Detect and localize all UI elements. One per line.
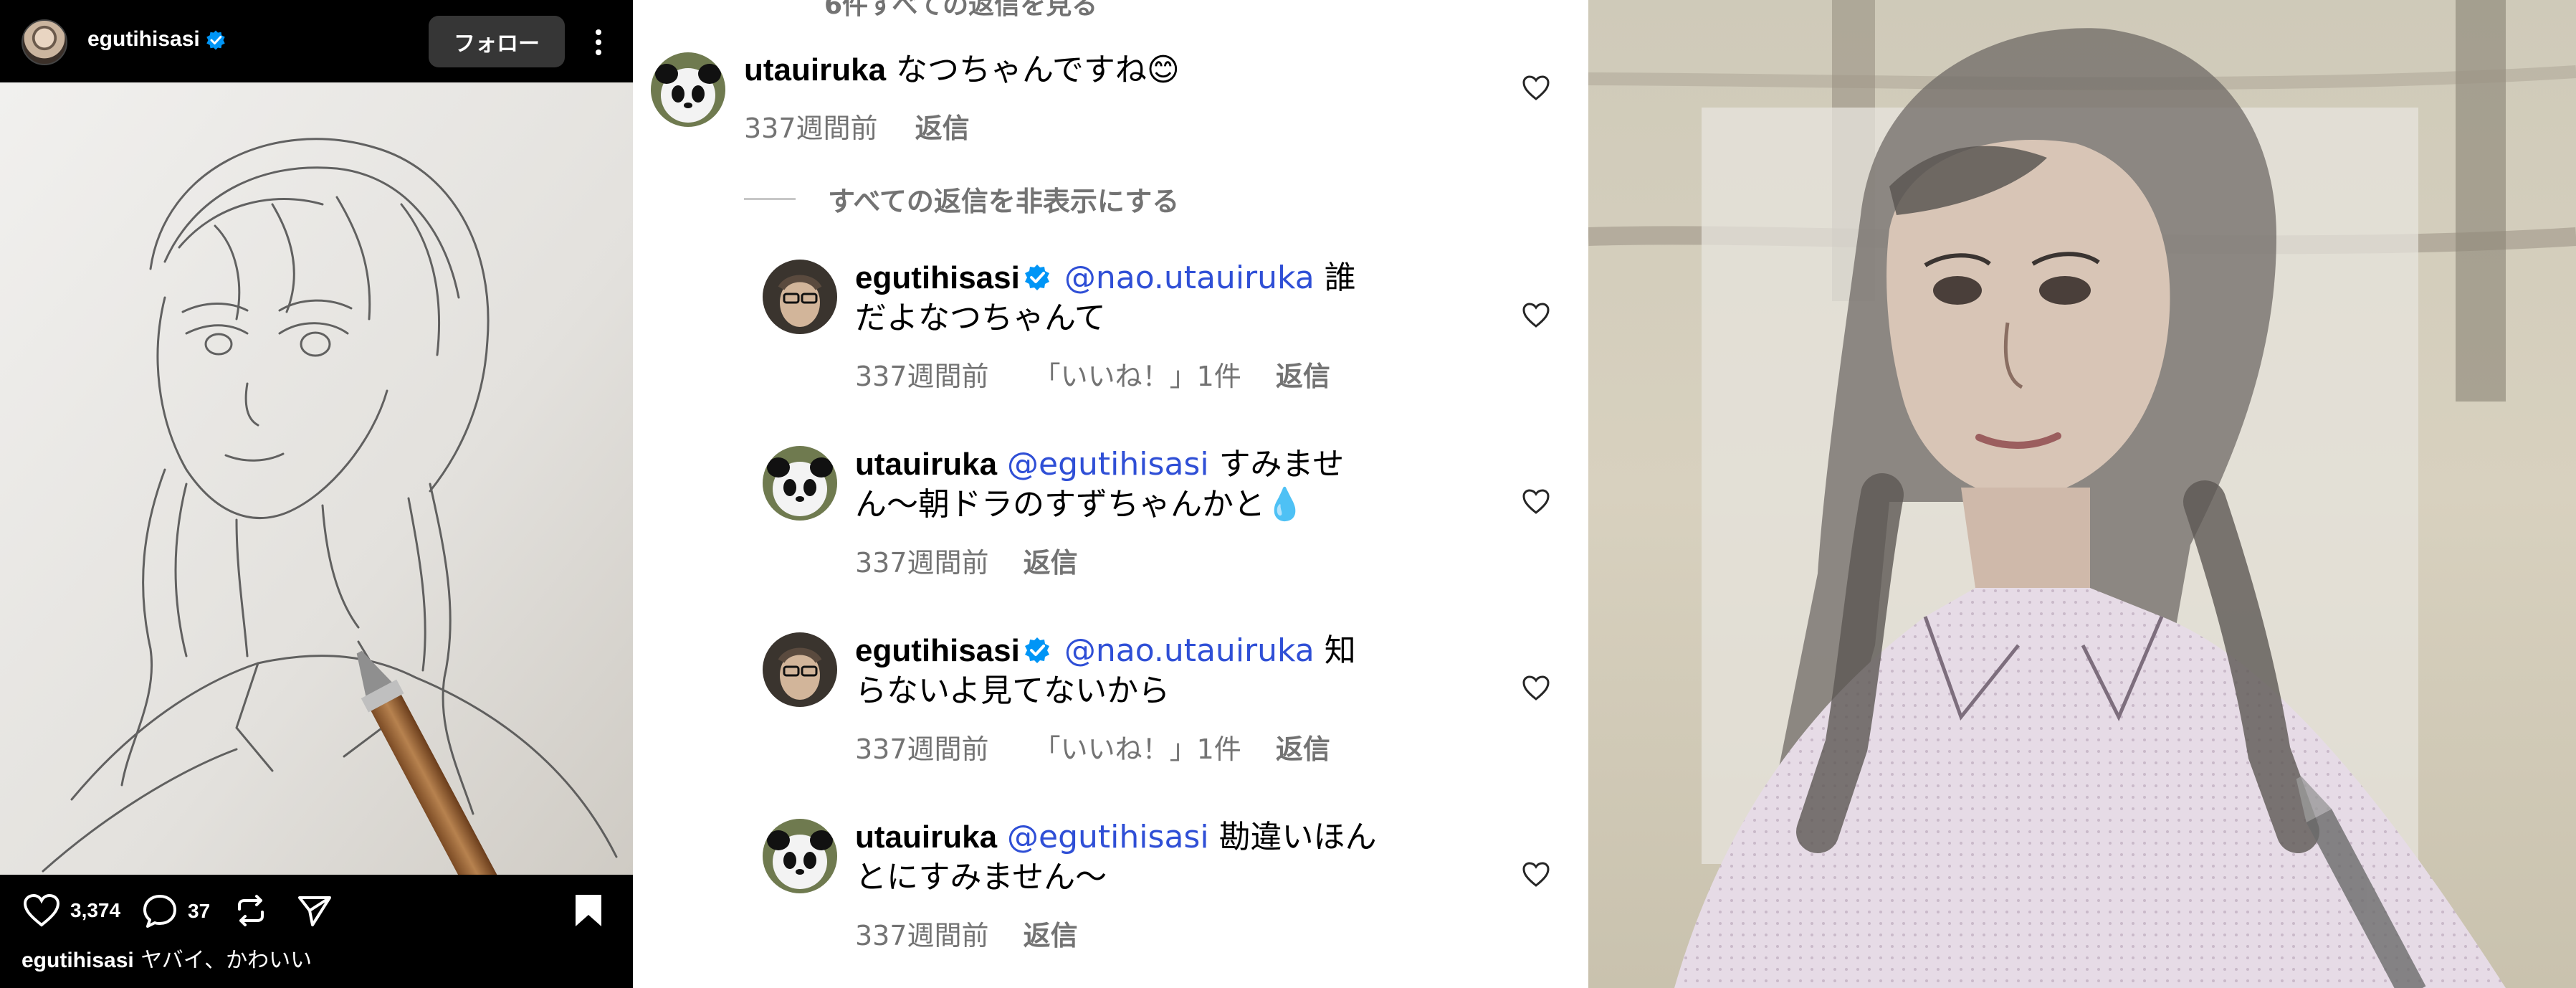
comment-count: 37 [188, 900, 211, 922]
comment-meta: 337週間前 「いいね！」1件 返信 [855, 727, 1330, 766]
reply-button[interactable]: 返信 [1276, 361, 1330, 392]
reply-button[interactable]: 返信 [1276, 733, 1330, 765]
avatar[interactable] [22, 19, 67, 65]
comment-time[interactable]: 337週間前 [855, 920, 989, 951]
avatar[interactable] [651, 52, 725, 127]
like-heart-icon[interactable] [1522, 674, 1550, 703]
post-header: egutihisasi フォロー [0, 0, 633, 82]
reply-button[interactable]: 返信 [1024, 547, 1078, 579]
heart-icon[interactable] [23, 893, 60, 928]
comment-username[interactable]: utauiruka [744, 52, 886, 87]
comment-username[interactable]: egutihisasi [855, 260, 1020, 295]
comment-time[interactable]: 337週間前 [855, 547, 989, 579]
comment-time[interactable]: 337週間前 [855, 361, 989, 392]
post-username[interactable]: egutihisasi [87, 27, 200, 52]
repost-icon[interactable] [234, 893, 268, 928]
comment-action[interactable]: 37 [142, 893, 210, 929]
divider-line [744, 198, 796, 200]
comment-like-count[interactable]: 「いいね！」1件 [1034, 733, 1241, 765]
hide-replies-label[interactable]: すべての返信を非表示にする [828, 179, 1179, 219]
avatar[interactable] [763, 632, 837, 707]
comment-body: utauiruka @egutihisasi 勘違いほんとにすみません〜 [855, 817, 1385, 898]
comment-username[interactable]: utauiruka [855, 447, 997, 482]
mention-link[interactable]: @egutihisasi [1007, 446, 1209, 483]
comment-meta: 337週間前 「いいね！」1件 返信 [855, 354, 1330, 394]
like-heart-icon[interactable] [1522, 488, 1550, 516]
comment-like-count[interactable]: 「いいね！」1件 [1034, 361, 1241, 392]
like-action[interactable]: 3,374 [23, 893, 120, 928]
avatar[interactable] [763, 260, 837, 334]
caption-text: ヤバイ、かわいい [140, 948, 313, 973]
caption-username[interactable]: egutihisasi [22, 949, 134, 972]
comment-time[interactable]: 337週間前 [855, 733, 989, 765]
verified-badge-icon [206, 30, 225, 50]
overlay-comparison-image [1588, 0, 2576, 988]
comments-panel: 6件すべての返信を見る utauiruka なつちゃんですね😊 337週間前 返… [633, 0, 1588, 988]
post-caption: egutihisasi ヤバイ、かわいい [22, 942, 312, 974]
comment-meta: 337週間前 返信 [744, 106, 970, 146]
caption-more: ・・・ [22, 977, 77, 988]
post-image-sketch[interactable] [0, 82, 633, 875]
view-all-replies-link[interactable]: 6件すべての返信を見る [824, 0, 1097, 22]
follow-button[interactable]: フォロー [429, 16, 565, 67]
like-heart-icon[interactable] [1522, 860, 1550, 889]
more-options-icon[interactable] [584, 24, 613, 60]
instagram-post-panel: egutihisasi フォロー 3,374 37 egutihisasi ヤバ… [0, 0, 633, 988]
post-action-bar: 3,374 37 [0, 875, 633, 945]
verified-badge-icon [1024, 637, 1049, 663]
comment-body: utauiruka @egutihisasi すみません〜朝ドラのすずちゃんかと… [855, 445, 1385, 525]
like-heart-icon[interactable] [1522, 74, 1550, 103]
comment-meta: 337週間前 返信 [855, 913, 1078, 953]
avatar[interactable] [763, 819, 837, 893]
like-count: 3,374 [70, 899, 121, 921]
comment-username[interactable]: utauiruka [855, 820, 997, 855]
avatar[interactable] [763, 446, 837, 521]
comment-body: egutihisasi @nao.utauiruka 誰だよなつちゃんて [855, 258, 1385, 338]
comment-body: egutihisasi @nao.utauiruka 知らないよ見てないから [855, 631, 1385, 711]
comment-username[interactable]: egutihisasi [855, 633, 1020, 668]
comment-meta: 337週間前 返信 [855, 541, 1078, 580]
reply-button[interactable]: 返信 [915, 113, 970, 144]
comment-icon[interactable] [142, 893, 178, 929]
mention-link[interactable]: @nao.utauiruka [1064, 632, 1315, 669]
comment-body: utauiruka なつちゃんですね😊 [744, 50, 1489, 90]
mention-link[interactable]: @nao.utauiruka [1064, 260, 1315, 296]
share-icon[interactable] [297, 893, 333, 928]
mention-link[interactable]: @egutihisasi [1007, 819, 1209, 855]
comment-time[interactable]: 337週間前 [744, 113, 878, 144]
like-heart-icon[interactable] [1522, 301, 1550, 330]
verified-badge-icon [1024, 265, 1049, 290]
hide-replies-toggle[interactable]: すべての返信を非表示にする [744, 179, 1179, 219]
reply-button[interactable]: 返信 [1024, 920, 1078, 951]
bookmark-icon[interactable] [573, 893, 604, 928]
comment-text: なつちゃんですね😊 [896, 52, 1180, 88]
